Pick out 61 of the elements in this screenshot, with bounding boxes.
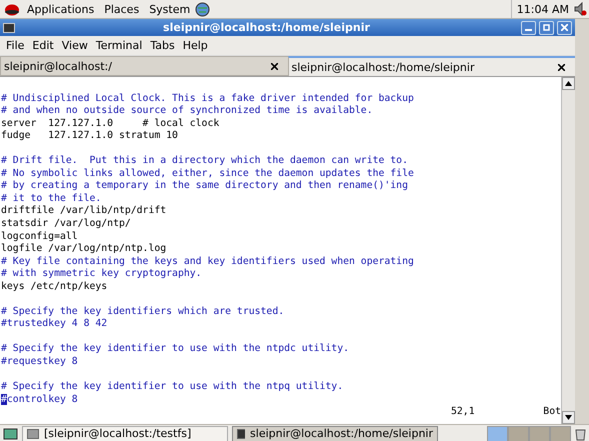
terminal-icon xyxy=(237,428,246,438)
speaker-icon[interactable] xyxy=(574,2,587,16)
comment-line: #controlkey 8 xyxy=(1,394,79,406)
scroll-up-button[interactable] xyxy=(562,77,575,90)
taskbar-button[interactable]: [sleipnir@localhost:/testfs] xyxy=(22,426,228,441)
globe-icon[interactable] xyxy=(195,2,210,16)
tab[interactable]: sleipnir@localhost:/ xyxy=(0,56,288,76)
close-button[interactable] xyxy=(557,20,572,34)
menu-item[interactable]: View xyxy=(58,39,92,52)
cursor: # xyxy=(1,394,7,405)
comment-line: # Key file containing the keys and key identifiers used when operating xyxy=(1,256,415,268)
menu-item[interactable]: Help xyxy=(178,39,212,52)
comment-line: # Specify the key identifier to use with the ntpq utility. xyxy=(1,381,344,394)
scroll-indicator: Bot xyxy=(543,406,561,419)
close-icon[interactable] xyxy=(555,64,568,70)
comment-line: # by creating a temporary in the same directory and then rename()'ing xyxy=(1,180,409,193)
comment-line: # it to the file. xyxy=(1,192,102,206)
maximize-icon xyxy=(543,24,550,31)
config-line: keys /etc/ntp/keys xyxy=(1,280,108,294)
comment-line: # Specify the key identifiers which are trusted. xyxy=(1,306,286,318)
window-title: sleipnir@localhost:/home/sleipnir xyxy=(162,21,371,34)
menu-item[interactable]: Terminal xyxy=(92,39,146,52)
taskbar-button[interactable]: sleipnir@localhost:/home/sleipnir xyxy=(232,426,438,441)
comment-line: # and when no outside source of synchronized time is available. xyxy=(1,105,374,118)
config-line: fudge 127.127.1.0 stratum 10 xyxy=(1,130,179,143)
tab-label: sleipnir@localhost:/home/sleipnir xyxy=(292,60,476,74)
scrollbar[interactable] xyxy=(561,77,575,424)
config-line: server 127.127.1.0 # local clock xyxy=(1,118,220,130)
config-line: logfile /var/log/ntp/ntp.log xyxy=(1,243,168,256)
comment-line: # No symbolic links allowed, either, since the daemon updates the file xyxy=(1,168,415,180)
desktop-icon[interactable] xyxy=(3,426,18,440)
tab-label: sleipnir@localhost:/ xyxy=(4,60,113,72)
clock[interactable]: 11:04 AM xyxy=(512,2,574,16)
tab[interactable]: sleipnir@localhost:/home/sleipnir xyxy=(288,56,575,76)
hat-icon[interactable] xyxy=(4,2,20,16)
terminal-icon xyxy=(3,22,15,32)
trash-icon[interactable] xyxy=(575,426,586,440)
up-arrow-icon xyxy=(565,81,572,86)
panel-menu[interactable]: Places xyxy=(99,2,144,16)
config-line: driftfile /var/lib/ntp/drift xyxy=(1,205,168,218)
comment-line: # Undisciplined Local Clock. This is a fake driver intended for backup xyxy=(1,92,415,106)
scroll-down-button[interactable] xyxy=(562,411,575,424)
config-line: logconfig=all xyxy=(1,230,79,244)
comment-line: #requestkey 8 xyxy=(1,356,79,369)
menu-item[interactable]: Edit xyxy=(28,39,58,52)
panel-menu[interactable]: System xyxy=(144,2,196,16)
maximize-button[interactable] xyxy=(539,20,554,34)
cursor-position: 52,1 xyxy=(451,406,476,419)
panel-menu[interactable]: Applications xyxy=(22,2,100,16)
terminal-icon xyxy=(27,428,39,438)
comment-line: # Specify the key identifier to use with the ntpdc utility. xyxy=(1,343,350,356)
down-arrow-icon xyxy=(565,415,572,420)
config-line: statsdir /var/log/ntp/ xyxy=(1,218,132,231)
comment-line: # Drift file. Put this in a directory which the daemon can write to. xyxy=(1,155,409,168)
menu-item[interactable]: Tabs xyxy=(146,39,179,52)
comment-line: #trustedkey 4 8 42 xyxy=(1,318,108,331)
comment-line: # with symmetric key cryptography. xyxy=(1,268,203,281)
workspace-switcher[interactable] xyxy=(487,426,571,441)
close-icon xyxy=(561,24,568,31)
menu-item[interactable]: File xyxy=(2,39,28,52)
minimize-button[interactable] xyxy=(521,20,536,34)
